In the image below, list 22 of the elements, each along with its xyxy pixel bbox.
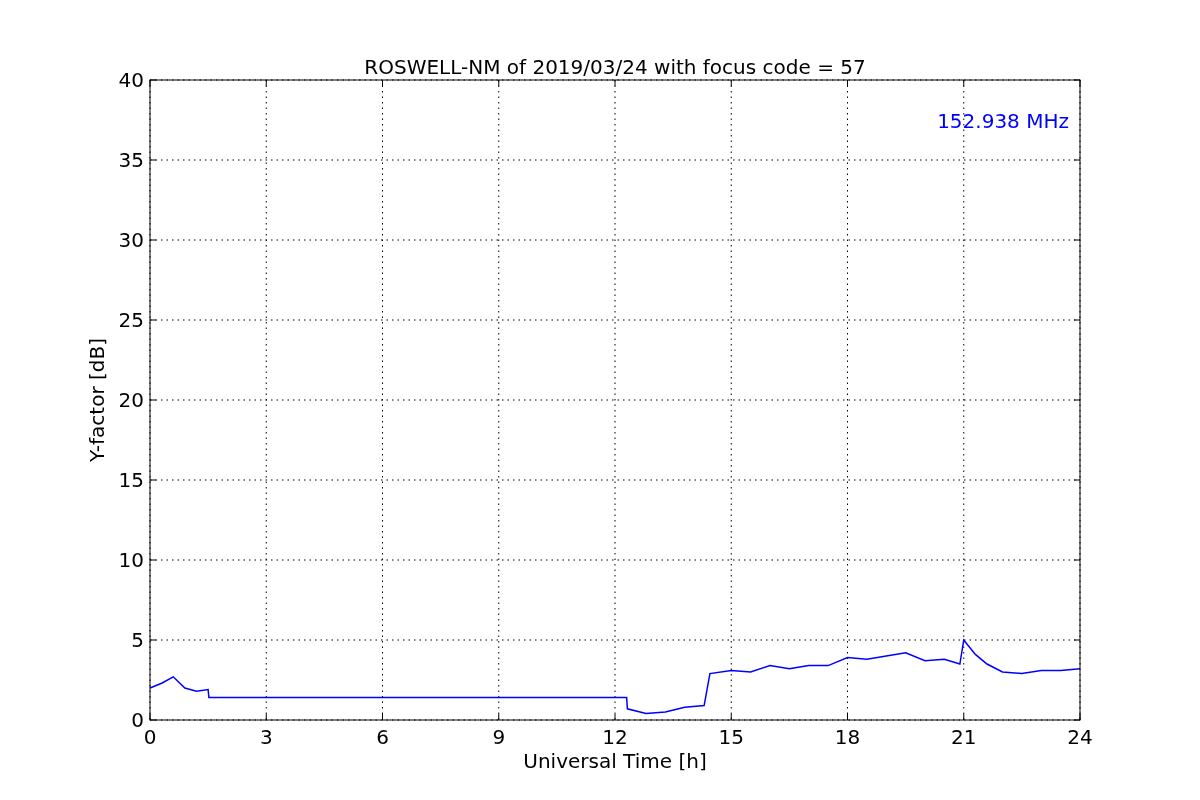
tick-label: 25 bbox=[118, 308, 144, 332]
tick-label: 9 bbox=[492, 725, 506, 749]
tick-label: 15 bbox=[118, 468, 144, 492]
tick-label: 6 bbox=[376, 725, 389, 749]
chart-title: ROSWELL-NM of 2019/03/24 with focus code = 57 bbox=[364, 55, 866, 79]
tick-label: 20 bbox=[118, 388, 144, 412]
tick-label: 40 bbox=[118, 68, 144, 92]
tick-label: 35 bbox=[118, 148, 144, 172]
tick-label: 30 bbox=[118, 228, 144, 252]
tick-label: 15 bbox=[718, 725, 744, 749]
tick-label: 24 bbox=[1067, 725, 1093, 749]
tick-label: 12 bbox=[602, 725, 628, 749]
axis-label: Universal Time [h] bbox=[523, 749, 707, 773]
tick-label: 0 bbox=[143, 725, 157, 749]
tick-label: 5 bbox=[131, 628, 144, 652]
tick-label: 18 bbox=[834, 725, 861, 749]
tick-label: 0 bbox=[131, 708, 144, 732]
tick-label: 10 bbox=[118, 548, 144, 572]
tick-label: 3 bbox=[259, 725, 273, 749]
frequency-label: 152.938 MHz bbox=[937, 109, 1069, 133]
tick-label: 21 bbox=[951, 725, 977, 749]
axis-label: Y-factor [dB] bbox=[85, 338, 109, 462]
